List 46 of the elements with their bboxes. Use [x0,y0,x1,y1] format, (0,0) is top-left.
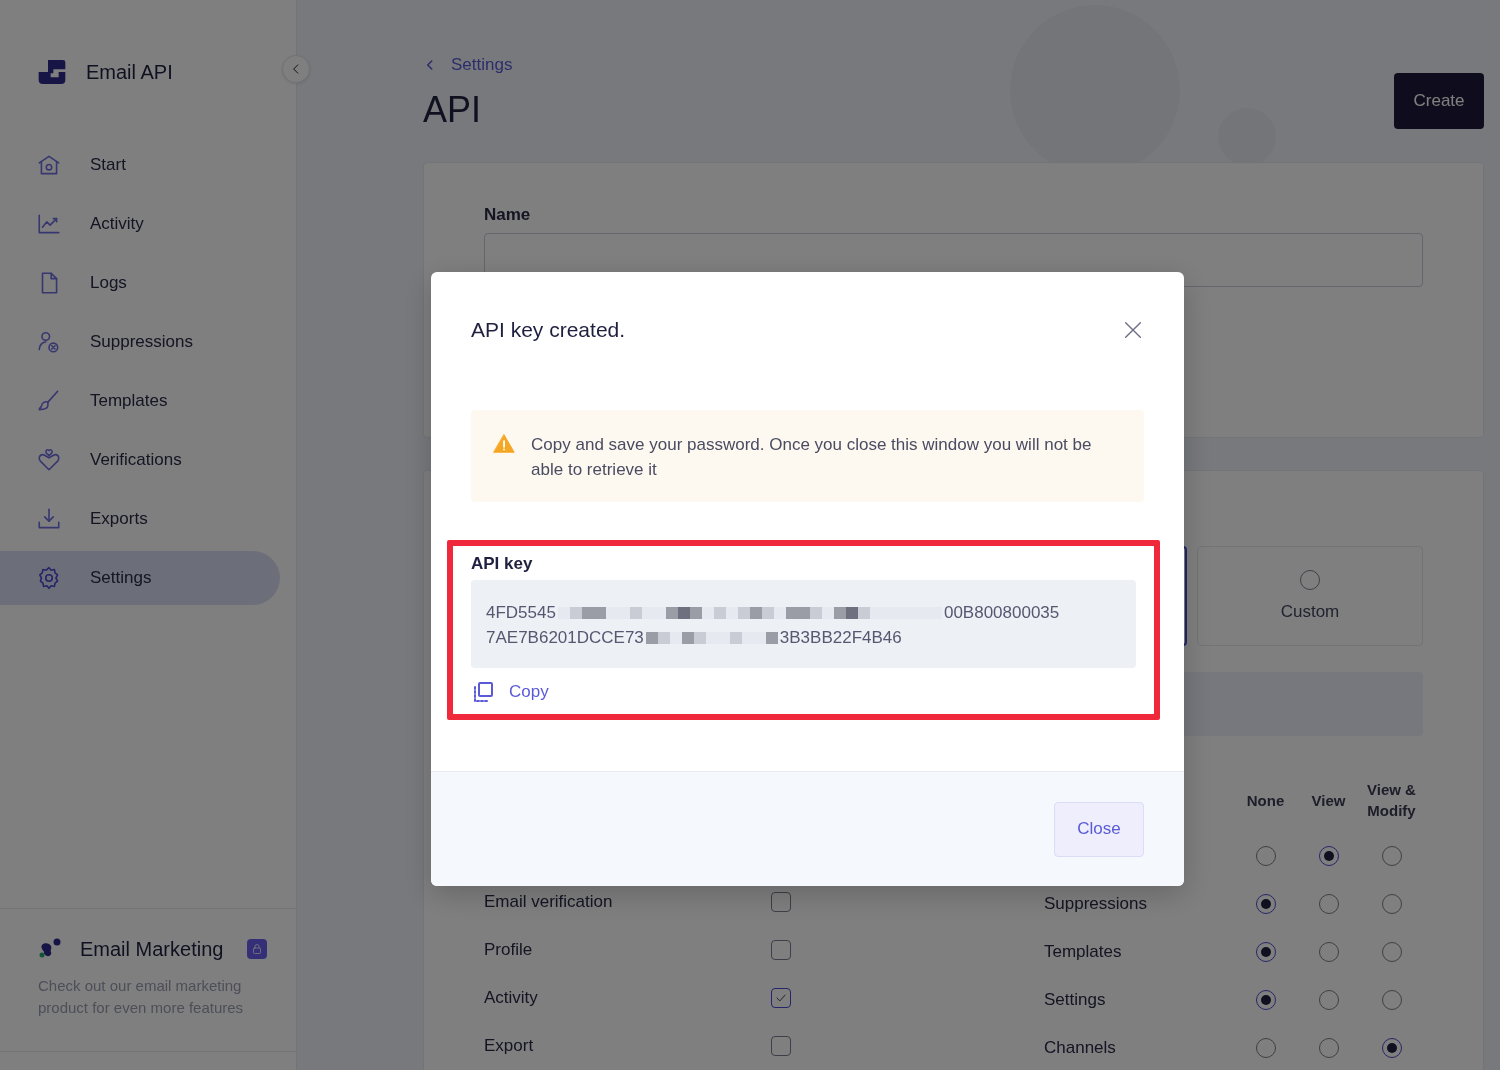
permission-label: Channels [1044,1038,1117,1058]
api-key-text: 00B800800035 [943,602,1060,624]
api-key-text: 3B3BB22F4B46 [779,627,902,649]
warning-message: Copy and save your password. Once you close this window you will not be able to retrieve it [531,434,1093,481]
sidebar-item[interactable]: Suppressions [0,315,280,369]
access-option-card[interactable]: Custom [1197,546,1423,646]
checkbox[interactable] [771,892,791,912]
permission-label: Export [484,1036,535,1056]
back-to-settings-link[interactable]: Settings [423,55,1484,75]
sidebar-item[interactable]: Logs [0,256,280,310]
copy-button[interactable]: Copy [471,680,549,704]
sidebar-item[interactable]: Templates [0,374,280,428]
api-key-text: 4FD5545 [486,602,556,624]
close-icon [1122,319,1144,341]
permission-label: Email verification [484,892,614,912]
permission-label: Profile [484,940,534,960]
copy-icon [471,680,495,704]
page-title: API [423,89,482,131]
column-header: View [1310,790,1347,811]
permission-label: Templates [1044,942,1123,962]
create-button[interactable]: Create [1394,73,1484,129]
sidebar-item[interactable]: Exports [0,492,280,546]
option-label: Custom [1280,602,1340,622]
brand-name: Email API [86,60,173,84]
sidebar-item[interactable]: Settings [0,551,280,605]
close-dialog-button[interactable]: Close [1054,801,1144,857]
permission-label: Suppressions [1044,894,1148,914]
dialog-title: API key created. [471,318,626,342]
sidebar-item[interactable]: Activity [0,197,280,251]
column-header: None [1245,790,1286,811]
hearts-icon [36,447,62,473]
warning-triangle-icon [493,432,516,456]
field-label: API key [471,554,534,574]
checkbox[interactable] [771,1036,791,1056]
field-label: Name [484,205,532,225]
permission-label: Activity [484,988,539,1008]
checkbox[interactable] [771,988,791,1008]
close-button[interactable] [1122,319,1144,341]
collapse-sidebar-button[interactable] [282,55,310,83]
api-key-text: 7AE7B6201DCCE73 [486,627,644,649]
sidebar-item[interactable]: Verifications [0,433,280,487]
permission-label: Settings [1044,990,1107,1010]
sidebar-item[interactable]: Start [0,138,280,192]
checkbox[interactable] [771,940,791,960]
promo-title: Email Marketing [80,937,224,961]
column-header: View & Modify [1366,780,1417,821]
